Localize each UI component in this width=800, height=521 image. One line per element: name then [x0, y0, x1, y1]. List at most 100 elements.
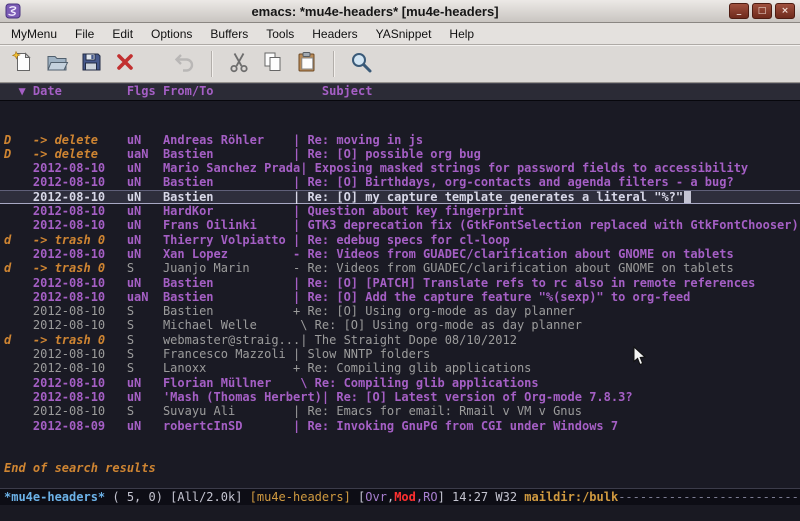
- menu-item-mymenu[interactable]: MyMenu: [2, 24, 66, 44]
- row-mark-date: d -> trash 0: [4, 233, 127, 247]
- row-content: S Michael Welle \ Re: [O] Using org-mode…: [127, 318, 582, 332]
- row-mark-date: d -> trash 0: [4, 261, 127, 275]
- menu-item-buffers[interactable]: Buffers: [201, 24, 257, 44]
- row-content: uN Bastien | Re: [O] Birthdays, org-cont…: [127, 175, 734, 189]
- close-button[interactable]: ×: [775, 3, 795, 19]
- row-mark-date: 2012-08-10: [4, 390, 127, 404]
- row-content: S Bastien + Re: [O] Using org-mode as da…: [127, 304, 575, 318]
- search-icon: [349, 50, 373, 78]
- titlebar[interactable]: emacs: *mu4e-headers* [mu4e-headers] _ □ ×: [0, 0, 800, 23]
- row-mark-date: 2012-08-09: [4, 419, 127, 433]
- row-mark-date: 2012-08-10: [4, 190, 127, 204]
- close-icon: ×: [781, 7, 789, 16]
- row-content: uN HardKor | Question about key fingerpr…: [127, 204, 524, 218]
- message-row[interactable]: 2012-08-10 uaN Bastien | Re: [O] Add the…: [0, 290, 800, 304]
- headers-buffer[interactable]: D -> delete uN Andreas Röhler | Re: movi…: [0, 101, 800, 488]
- message-row[interactable]: 2012-08-10 uN Mario Sanchez Prada| Expos…: [0, 161, 800, 175]
- mode-line: *mu4e-headers* ( 5, 0) [All/2.0k] [mu4e-…: [0, 488, 800, 505]
- toolbar: [0, 45, 800, 83]
- message-row[interactable]: 2012-08-10 S Francesco Mazzoli | Slow NN…: [0, 347, 800, 361]
- text-cursor: [684, 191, 691, 203]
- open-file-icon: [45, 50, 69, 78]
- modeline-segment-plain: ]: [438, 490, 452, 504]
- menu-item-help[interactable]: Help: [440, 24, 483, 44]
- message-row[interactable]: 2012-08-10 uN Bastien | Re: [O] [PATCH] …: [0, 276, 800, 290]
- undo-button[interactable]: [168, 48, 202, 80]
- message-row[interactable]: 2012-08-10 S Suvayu Ali | Re: Emacs for …: [0, 404, 800, 418]
- menu-item-edit[interactable]: Edit: [103, 24, 142, 44]
- message-row[interactable]: 2012-08-10 uN Xan Lopez - Re: Videos fro…: [0, 247, 800, 261]
- message-row[interactable]: D -> delete uN Andreas Röhler | Re: movi…: [0, 133, 800, 147]
- maximize-button[interactable]: □: [752, 3, 772, 19]
- message-row[interactable]: 2012-08-10 uN Bastien | Re: [O] my captu…: [0, 190, 800, 204]
- row-content: uN Bastien | Re: [O] my capture template…: [127, 190, 683, 204]
- modeline-segment-plain: 14:27 W32: [452, 490, 524, 504]
- menu-item-yasnippet[interactable]: YASnippet: [367, 24, 441, 44]
- message-row[interactable]: 2012-08-10 uN HardKor | Question about k…: [0, 204, 800, 218]
- search-button[interactable]: [344, 48, 378, 80]
- app-icon: [5, 3, 21, 19]
- row-mark-date: 2012-08-10: [4, 276, 127, 290]
- maximize-icon: □: [758, 7, 767, 16]
- row-mark-date: 2012-08-10: [4, 304, 127, 318]
- row-content: uN Florian Müllner \ Re: Compiling glib …: [127, 376, 539, 390]
- close-buffer-button[interactable]: [108, 48, 142, 80]
- message-row[interactable]: 2012-08-10 uN Bastien | Re: [O] Birthday…: [0, 175, 800, 189]
- new-file-icon: [11, 50, 35, 78]
- message-row[interactable]: 2012-08-10 S Lanoxx + Re: Compiling glib…: [0, 361, 800, 375]
- message-rows: D -> delete uN Andreas Röhler | Re: movi…: [0, 133, 800, 433]
- row-content: uN Andreas Röhler | Re: moving in js: [127, 133, 423, 147]
- message-row[interactable]: 2012-08-09 uN robertcInSD | Re: Invoking…: [0, 419, 800, 433]
- row-content: S webmaster@straig...| The Straight Dope…: [127, 333, 517, 347]
- message-row[interactable]: 2012-08-10 S Bastien + Re: [O] Using org…: [0, 304, 800, 318]
- open-file-button[interactable]: [40, 48, 74, 80]
- echo-area[interactable]: [0, 505, 800, 521]
- menu-item-file[interactable]: File: [66, 24, 103, 44]
- message-row[interactable]: 2012-08-10 uN 'Mash (Thomas Herbert)| Re…: [0, 390, 800, 404]
- row-mark-date: D -> delete: [4, 133, 127, 147]
- row-content: uN Xan Lopez - Re: Videos from GUADEC/cl…: [127, 247, 734, 261]
- row-content: uN Mario Sanchez Prada| Exposing masked …: [127, 161, 748, 175]
- modeline-segment-minor: Ovr: [365, 490, 387, 504]
- row-content: S Francesco Mazzoli | Slow NNTP folders: [127, 347, 430, 361]
- message-row[interactable]: d -> trash 0 uN Thierry Volpiatto | Re: …: [0, 233, 800, 247]
- row-content: S Suvayu Ali | Re: Emacs for email: Rmai…: [127, 404, 582, 418]
- row-content: S Lanoxx + Re: Compiling glib applicatio…: [127, 361, 532, 375]
- message-row[interactable]: 2012-08-10 uN Frans Oilinki | GTK3 depre…: [0, 218, 800, 232]
- modeline-segment-minor: RO: [423, 490, 437, 504]
- row-mark-date: 2012-08-10: [4, 404, 127, 418]
- menu-item-options[interactable]: Options: [142, 24, 201, 44]
- undo-icon: [173, 50, 197, 78]
- cut-icon: [227, 50, 251, 78]
- menubar: MyMenuFileEditOptionsBuffersToolsHeaders…: [0, 23, 800, 45]
- message-row[interactable]: 2012-08-10 uN Florian Müllner \ Re: Comp…: [0, 376, 800, 390]
- new-file-button[interactable]: [6, 48, 40, 80]
- row-content: uN Thierry Volpiatto | Re: edebug specs …: [127, 233, 510, 247]
- message-row[interactable]: 2012-08-10 S Michael Welle \ Re: [O] Usi…: [0, 318, 800, 332]
- copy-button[interactable]: [256, 48, 290, 80]
- modeline-segment-plain: ( 5, 0) [All/2.0k]: [105, 490, 250, 504]
- row-mark-date: 2012-08-10: [4, 347, 127, 361]
- window-title: emacs: *mu4e-headers* [mu4e-headers]: [25, 4, 725, 19]
- emacs-window: emacs: *mu4e-headers* [mu4e-headers] _ □ ×…: [0, 0, 800, 521]
- save-buffer-button[interactable]: [74, 48, 108, 80]
- row-mark-date: 2012-08-10: [4, 218, 127, 232]
- menu-item-tools[interactable]: Tools: [257, 24, 303, 44]
- message-row[interactable]: d -> trash 0 S webmaster@straig...| The …: [0, 333, 800, 347]
- modeline-segment-mode: [mu4e-headers]: [250, 490, 351, 504]
- row-content: uN 'Mash (Thomas Herbert)| Re: [O] Lates…: [127, 390, 633, 404]
- modeline-segment-plain: [: [351, 490, 365, 504]
- window-controls: _ □ ×: [729, 3, 795, 19]
- cut-button[interactable]: [222, 48, 256, 80]
- modeline-segment-folder: maildir:/bulk: [524, 490, 618, 504]
- message-row[interactable]: D -> delete uaN Bastien | Re: [O] possib…: [0, 147, 800, 161]
- row-mark-date: 2012-08-10: [4, 290, 127, 304]
- paste-button[interactable]: [290, 48, 324, 80]
- row-mark-date: 2012-08-10: [4, 247, 127, 261]
- message-row[interactable]: d -> trash 0 S Juanjo Marin - Re: Videos…: [0, 261, 800, 275]
- row-content: uN Bastien | Re: [O] [PATCH] Translate r…: [127, 276, 756, 290]
- menu-item-headers[interactable]: Headers: [303, 24, 366, 44]
- row-mark-date: D -> delete: [4, 147, 127, 161]
- row-mark-date: 2012-08-10: [4, 204, 127, 218]
- minimize-button[interactable]: _: [729, 3, 749, 19]
